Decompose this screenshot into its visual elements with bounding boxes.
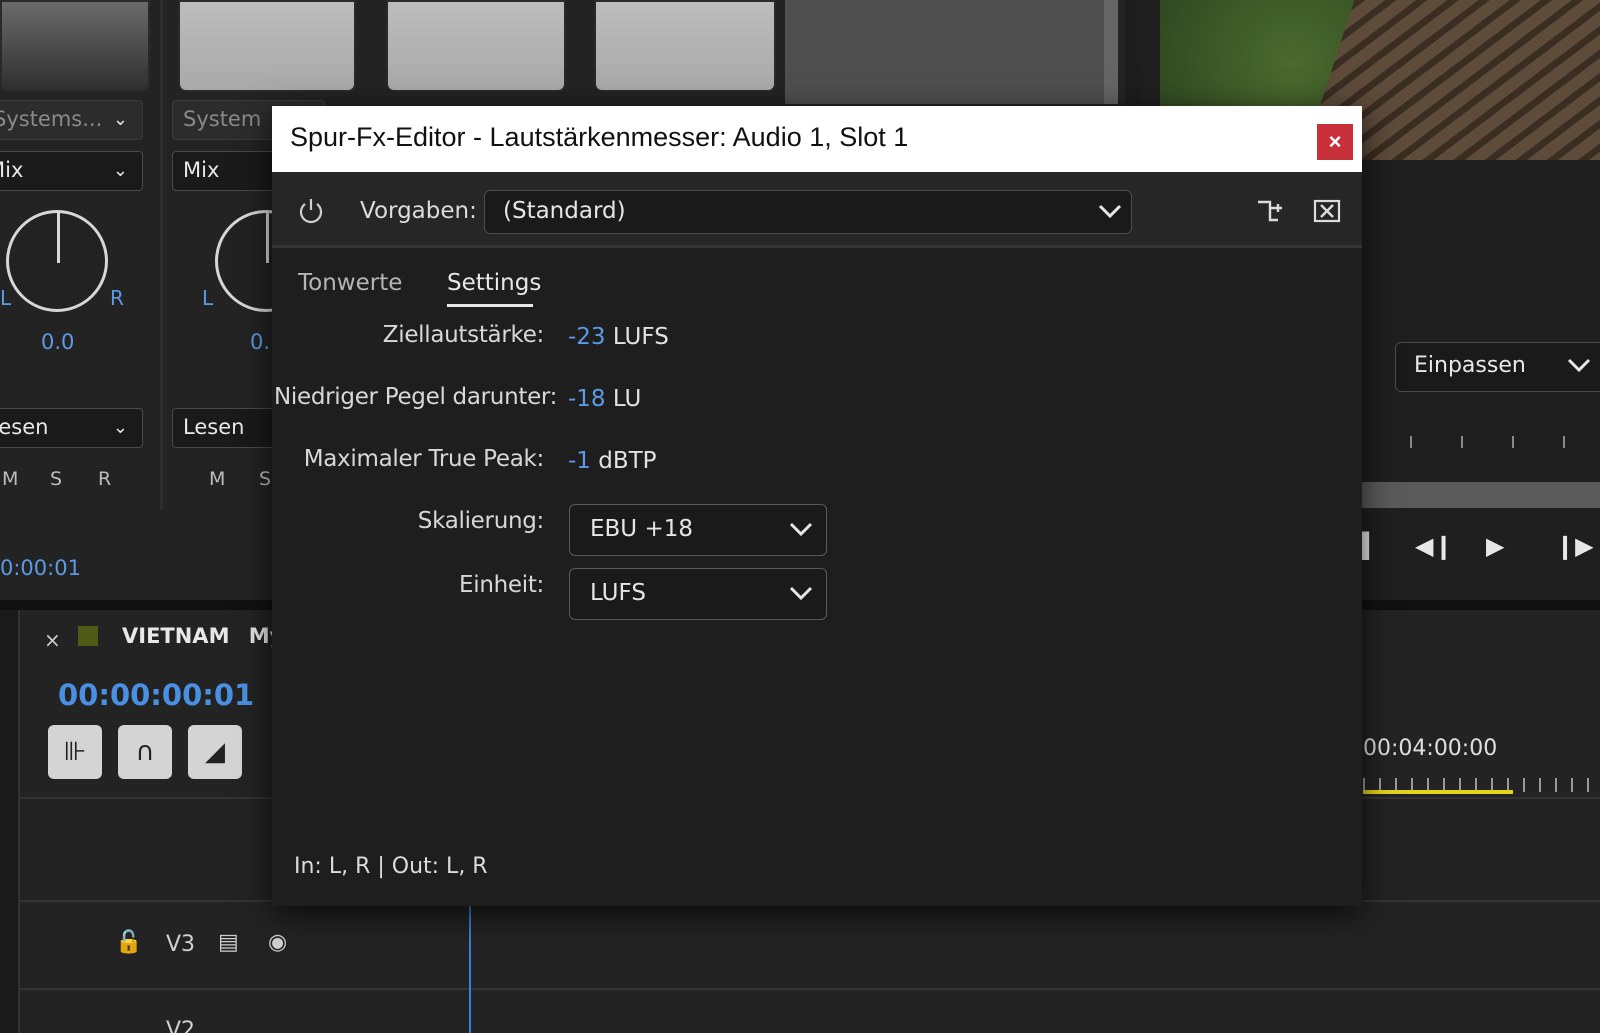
step-back-icon[interactable]: ◀❙: [1415, 532, 1454, 560]
track-name-v3[interactable]: V3: [166, 932, 195, 957]
mark-out-icon[interactable]: ▌: [1360, 532, 1378, 560]
strip1-mode-dropdown[interactable]: Lesen ⌄: [0, 408, 143, 448]
strip2-mode-label: Lesen: [183, 415, 245, 439]
strip1-mix-dropdown[interactable]: Mix ⌄: [0, 151, 143, 191]
mute-button[interactable]: M: [2, 468, 18, 490]
strip1-mix-label: Mix: [0, 158, 24, 182]
track-fx-editor-dialog: Spur-Fx-Editor - Lautstärkenmesser: Audi…: [272, 106, 1362, 906]
strip1-left-label: L: [0, 286, 12, 310]
play-icon[interactable]: ▶: [1486, 532, 1504, 560]
low-level-field[interactable]: -18 LU: [568, 386, 641, 412]
true-peak-unit: dBTP: [598, 448, 657, 474]
work-area-bar[interactable]: [1363, 790, 1513, 794]
target-loudness-field[interactable]: -23 LUFS: [568, 324, 669, 350]
low-level-value[interactable]: -18: [568, 386, 606, 412]
chevron-down-icon: [1566, 355, 1592, 380]
timeline-timecode[interactable]: 00:00:00:01: [58, 678, 254, 712]
unit-dropdown[interactable]: LUFS: [569, 568, 827, 620]
presets-label: Vorgaben:: [360, 198, 477, 224]
solo-button[interactable]: S: [259, 468, 271, 490]
meter-pad: [0, 0, 150, 92]
tab-tonwerte[interactable]: Tonwerte: [298, 270, 402, 296]
chevron-down-icon: ⌄: [112, 109, 128, 130]
strip2-left-label: L: [202, 286, 214, 310]
strip2-mix-label: Mix: [183, 158, 220, 182]
dialog-toolbar: Vorgaben: (Standard): [272, 172, 1362, 248]
sequence-color-swatch: [78, 626, 98, 646]
presets-value: (Standard): [503, 198, 626, 224]
monitor-ruler-tick: [1512, 436, 1514, 448]
meter-pad: [594, 0, 776, 92]
monitor-scrub-bar[interactable]: [1360, 482, 1600, 508]
strip1-output-dropdown[interactable]: Systems... ⌄: [0, 100, 143, 140]
fit-label: Einpassen: [1414, 353, 1526, 378]
chevron-down-icon: [1097, 201, 1123, 227]
premiere-workspace: Systems... ⌄ Mix ⌄ L R 0.0 Lesen ⌄ M S R…: [0, 0, 1600, 1033]
timeline-left-edge: [0, 610, 20, 1033]
target-loudness-unit: LUFS: [612, 324, 669, 350]
strip1-output-label: Systems...: [0, 107, 103, 131]
sequence-tab[interactable]: VIETNAM My: [122, 624, 283, 648]
fit-dropdown[interactable]: Einpassen: [1395, 342, 1600, 392]
tab-settings[interactable]: Settings: [447, 270, 541, 296]
mixer-empty-area: [785, 0, 1115, 104]
delete-preset-icon[interactable]: [1310, 194, 1344, 228]
power-icon[interactable]: [296, 196, 326, 226]
monitor-ruler-tick: [1461, 436, 1463, 448]
monitor-ruler-tick: [1563, 436, 1565, 448]
chevron-down-icon: ⌄: [112, 417, 128, 438]
strip2-pan-value[interactable]: 0.: [250, 330, 270, 354]
mute-button[interactable]: M: [209, 468, 225, 490]
track-separator: [20, 988, 1600, 990]
lock-icon[interactable]: 🔓: [115, 930, 142, 955]
monitor-ruler-tick: [1410, 436, 1412, 448]
true-peak-field[interactable]: -1 dBTP: [568, 448, 657, 474]
playhead-line[interactable]: [469, 905, 471, 1033]
linked-selection-icon[interactable]: ◢: [188, 725, 242, 779]
strip-separator: [160, 0, 163, 510]
scale-value: EBU +18: [590, 516, 693, 542]
target-loudness-label: Ziellautstärke:: [382, 322, 545, 348]
sequence-name: VIETNAM: [122, 624, 230, 648]
strip1-pan-value[interactable]: 0.0: [41, 330, 74, 354]
solo-button[interactable]: S: [50, 468, 62, 490]
strip1-pan-knob[interactable]: [6, 210, 108, 312]
step-forward-icon[interactable]: ❙▶: [1555, 532, 1594, 560]
true-peak-value[interactable]: -1: [568, 448, 591, 474]
unit-label: Einheit:: [459, 572, 544, 598]
meter-pad: [178, 0, 356, 92]
insert-nest-icon[interactable]: ⊪: [48, 725, 102, 779]
dialog-title: Spur-Fx-Editor - Lautstärkenmesser: Audi…: [290, 122, 909, 152]
low-level-unit: LU: [612, 386, 642, 412]
snap-magnet-icon[interactable]: ∩: [118, 725, 172, 779]
scale-label: Skalierung:: [417, 508, 545, 534]
chevron-down-icon: ⌄: [112, 160, 128, 181]
close-button[interactable]: ×: [1317, 124, 1353, 160]
strip1-mode-label: Lesen: [0, 415, 49, 439]
target-loudness-value[interactable]: -23: [568, 324, 606, 350]
track-name-v2[interactable]: V2: [166, 1018, 195, 1033]
presets-dropdown[interactable]: (Standard): [484, 190, 1132, 234]
mixer-timecode[interactable]: 0:00:01: [0, 556, 81, 580]
active-tab-underline: [447, 304, 533, 307]
close-sequence-icon[interactable]: ×: [44, 628, 61, 652]
chevron-down-icon: [788, 519, 814, 545]
scale-dropdown[interactable]: EBU +18: [569, 504, 827, 556]
eye-icon[interactable]: ◉: [268, 930, 287, 955]
routing-icon[interactable]: [1254, 194, 1288, 228]
mixer-scrollbar[interactable]: [1104, 0, 1118, 104]
ruler-timecode: 00:04:00:00: [1363, 736, 1498, 761]
strip1-right-label: R: [110, 286, 124, 310]
low-level-label: Niedriger Pegel darunter:: [274, 384, 558, 410]
dialog-titlebar[interactable]: Spur-Fx-Editor - Lautstärkenmesser: Audi…: [272, 106, 1362, 172]
chevron-down-icon: [788, 583, 814, 609]
strip2-output-label: System: [183, 107, 262, 131]
io-status: In: L, R | Out: L, R: [294, 854, 488, 879]
true-peak-label: Maximaler True Peak:: [303, 446, 545, 472]
meter-pad: [386, 0, 566, 92]
unit-value: LUFS: [590, 580, 646, 606]
record-button[interactable]: R: [98, 468, 111, 490]
sync-lock-icon[interactable]: ▤: [218, 930, 239, 955]
